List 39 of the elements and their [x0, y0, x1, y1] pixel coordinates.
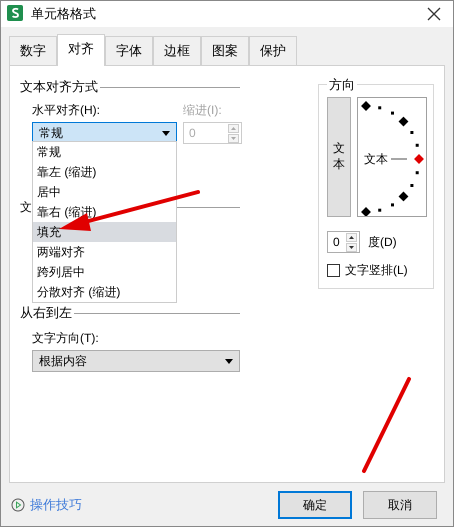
- dropdown-option[interactable]: 跨列居中: [33, 262, 176, 282]
- tips-link[interactable]: 操作技巧: [30, 496, 82, 514]
- caret-icon: [162, 130, 170, 136]
- dropdown-option[interactable]: 常规: [33, 142, 176, 162]
- field-label: 水平对齐(H):: [32, 102, 101, 119]
- dropdown-option[interactable]: 分散对齐 (缩进): [33, 282, 176, 302]
- checkbox[interactable]: [327, 264, 340, 277]
- window-title: 单元格格式: [31, 5, 97, 23]
- tab[interactable]: 边框: [153, 36, 201, 65]
- dialog-button[interactable]: 确定: [278, 491, 352, 519]
- text-direction-select[interactable]: 根据内容: [32, 350, 240, 372]
- tab[interactable]: 图案: [201, 36, 249, 65]
- vertical-text-button[interactable]: 文本: [327, 97, 351, 217]
- degrees-spinner[interactable]: 0: [327, 231, 360, 253]
- checkbox-label: 文字竖排(L): [345, 262, 408, 279]
- group-title: 方向: [327, 76, 357, 94]
- play-icon[interactable]: [11, 498, 25, 512]
- up-arrow-icon[interactable]: [346, 232, 357, 242]
- group-title: 从右到左: [20, 304, 72, 322]
- tab[interactable]: 数字: [9, 36, 57, 65]
- dial-text: 文本: [364, 152, 388, 166]
- dropdown-option[interactable]: 靠左 (缩进): [33, 162, 176, 182]
- field-label: 文字方向(T):: [31, 330, 100, 347]
- field-label: 缩进(I):: [183, 102, 223, 119]
- orientation-dial[interactable]: 文本: [357, 97, 427, 217]
- close-icon[interactable]: [427, 7, 441, 21]
- group-title: 文本对齐方式: [20, 78, 98, 96]
- tab[interactable]: 对齐: [57, 34, 105, 66]
- tab[interactable]: 保护: [249, 36, 297, 65]
- field-label: 度(D): [368, 234, 397, 250]
- app-logo-icon: [7, 4, 23, 24]
- dropdown-option[interactable]: 两端对齐: [33, 242, 176, 262]
- tab[interactable]: 字体: [105, 36, 153, 65]
- dialog-button[interactable]: 取消: [363, 491, 437, 519]
- down-arrow-icon[interactable]: [346, 242, 357, 252]
- dropdown-option[interactable]: 居中: [33, 182, 176, 202]
- caret-icon: [225, 358, 233, 364]
- group-title: 文: [20, 199, 32, 216]
- dropdown-option[interactable]: 填充: [33, 222, 176, 242]
